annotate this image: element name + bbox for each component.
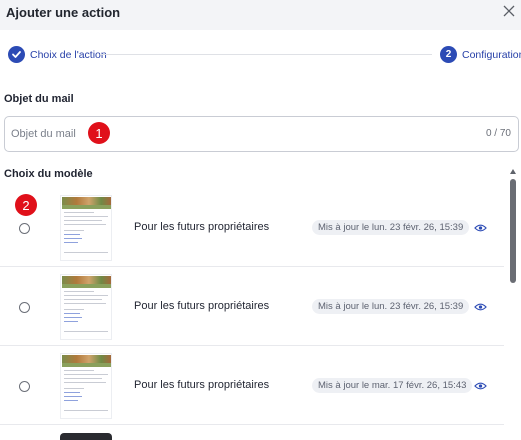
- modal-header: Ajouter une action: [0, 0, 521, 30]
- template-thumbnail: [60, 353, 112, 419]
- eye-icon[interactable]: [474, 302, 487, 312]
- template-list: Pour les futurs propriétaires Mis à jour…: [0, 189, 504, 440]
- step-label-configuration[interactable]: Configuration: [462, 49, 521, 61]
- subject-input[interactable]: [11, 125, 431, 143]
- modal-title: Ajouter une action: [6, 5, 121, 20]
- scroll-up-icon[interactable]: [510, 169, 516, 174]
- annotation-marker-2: 2: [15, 194, 37, 216]
- template-title: Pour les futurs propriétaires: [134, 221, 270, 233]
- list-scrollbar[interactable]: [507, 166, 519, 440]
- template-title: Pour les futurs propriétaires: [134, 379, 270, 391]
- subject-section-title: Objet du mail: [4, 93, 74, 105]
- stepper: Choix de l'action 2 Configuration: [0, 42, 521, 68]
- char-counter: 0 / 70: [485, 128, 511, 139]
- updated-badge: Mis à jour le lun. 23 févr. 26, 15:39: [312, 220, 470, 235]
- eye-icon[interactable]: [474, 223, 487, 233]
- check-icon: [8, 46, 25, 63]
- eye-icon[interactable]: [474, 381, 487, 391]
- annotation-marker-1: 1: [88, 122, 110, 144]
- step-connector: [100, 54, 432, 55]
- template-thumbnail: [60, 274, 112, 340]
- subject-field[interactable]: 0 / 70: [4, 116, 519, 152]
- scroll-thumb[interactable]: [510, 179, 516, 283]
- close-icon[interactable]: [501, 3, 517, 19]
- step-label-choix[interactable]: Choix de l'action: [30, 49, 107, 61]
- template-row[interactable]: Pour les futurs propriétaires Mis à jour…: [0, 268, 504, 346]
- template-title: Pour les futurs propriétaires: [134, 300, 270, 312]
- template-thumbnail: [60, 195, 112, 261]
- updated-badge: Mis à jour le mar. 17 févr. 26, 15:43: [312, 378, 473, 393]
- template-row[interactable]: Pour les futurs propriétaires Mis à jour…: [0, 347, 504, 425]
- model-section-title: Choix du modèle: [4, 168, 93, 180]
- template-radio[interactable]: [19, 302, 30, 313]
- updated-badge: Mis à jour le lun. 23 févr. 26, 15:39: [312, 299, 470, 314]
- template-row[interactable]: Pour les futurs propriétaires Mis à jour…: [0, 189, 504, 267]
- template-thumbnail-partial: [60, 433, 112, 440]
- step-number-icon: 2: [440, 46, 457, 63]
- template-radio[interactable]: [19, 223, 30, 234]
- template-radio[interactable]: [19, 381, 30, 392]
